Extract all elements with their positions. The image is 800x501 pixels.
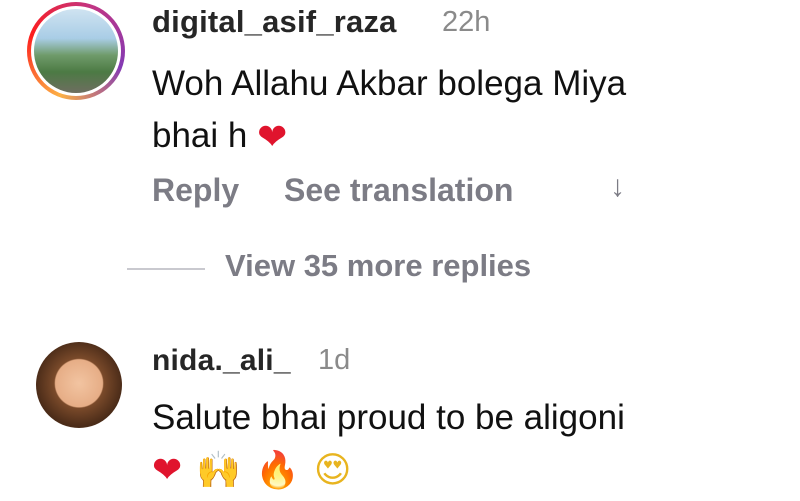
view-replies-row[interactable]: View 35 more replies	[0, 244, 800, 294]
see-translation-button[interactable]: See translation	[284, 172, 513, 209]
reply-button[interactable]: Reply	[152, 172, 239, 209]
heart-eyes-emoji-icon: 😍	[313, 449, 354, 490]
emoji-row: ❤ 🙌 🔥 😍	[152, 444, 353, 496]
comment-text: Woh Allahu Akbar bolega Miya bhai h ❤	[152, 58, 772, 163]
raised-hands-emoji-icon: 🙌	[196, 449, 244, 490]
avatar[interactable]	[36, 342, 122, 428]
comment-text-line: Woh Allahu Akbar bolega Miya	[152, 64, 627, 103]
avatar[interactable]	[34, 9, 118, 93]
comment-username[interactable]: digital_asif_raza	[152, 4, 397, 40]
comment-username[interactable]: nida._ali_	[152, 344, 291, 378]
comment-actions: Reply See translation ↓	[152, 170, 625, 209]
replies-divider-line	[127, 268, 205, 270]
comment-text-line: bhai h	[152, 116, 248, 155]
comment-timestamp: 22h	[442, 6, 491, 38]
view-more-replies-button[interactable]: View 35 more replies	[225, 248, 531, 284]
comment-text-line: Salute bhai proud to be aligoni	[152, 398, 625, 437]
heart-emoji-icon: ❤	[257, 116, 288, 157]
comment-text: Salute bhai proud to be aligoni ❤ 🙌 🔥 😍	[152, 392, 782, 497]
fire-emoji-icon: 🔥	[255, 449, 302, 490]
comment-timestamp: 1d	[318, 344, 351, 376]
comment-item: digital_asif_raza 22h Woh Allahu Akbar b…	[0, 0, 800, 230]
heart-emoji-icon: ❤	[152, 449, 185, 490]
comment-item: nida._ali_ 1d Salute bhai proud to be al…	[0, 330, 800, 501]
arrow-down-icon[interactable]: ↓	[610, 170, 625, 204]
